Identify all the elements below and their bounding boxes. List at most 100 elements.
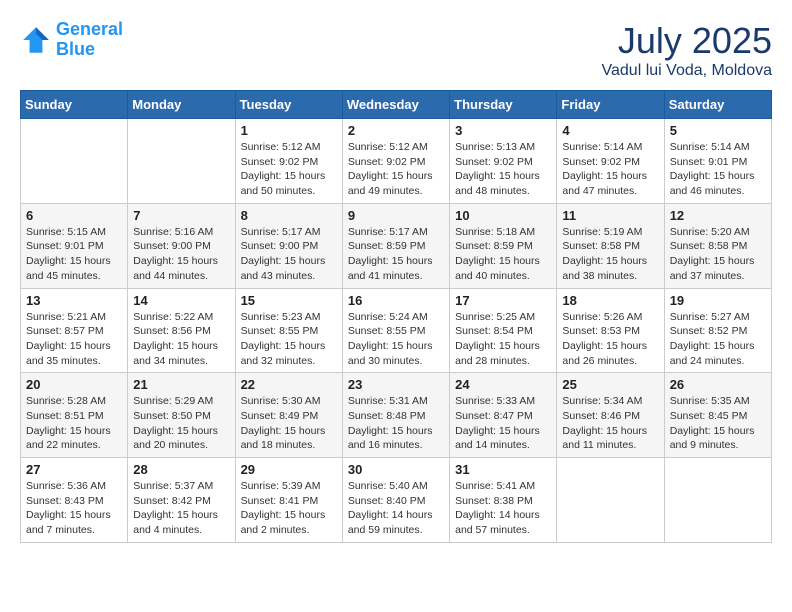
day-number: 8 — [241, 208, 337, 223]
day-number: 22 — [241, 377, 337, 392]
day-number: 11 — [562, 208, 658, 223]
calendar-cell: 24 Sunrise: 5:33 AM Sunset: 8:47 PM Dayli… — [450, 373, 557, 458]
day-info: Sunrise: 5:24 AM Sunset: 8:55 PM Dayligh… — [348, 310, 444, 369]
header-monday: Monday — [128, 91, 235, 119]
logo: General Blue — [20, 20, 123, 60]
calendar-cell: 6 Sunrise: 5:15 AM Sunset: 9:01 PM Daylig… — [21, 203, 128, 288]
day-number: 16 — [348, 293, 444, 308]
day-info: Sunrise: 5:17 AM Sunset: 8:59 PM Dayligh… — [348, 225, 444, 284]
day-number: 12 — [670, 208, 766, 223]
calendar-cell — [21, 119, 128, 204]
day-number: 15 — [241, 293, 337, 308]
day-info: Sunrise: 5:12 AM Sunset: 9:02 PM Dayligh… — [241, 140, 337, 199]
calendar-week-3: 13 Sunrise: 5:21 AM Sunset: 8:57 PM Dayli… — [21, 288, 772, 373]
header-tuesday: Tuesday — [235, 91, 342, 119]
day-info: Sunrise: 5:13 AM Sunset: 9:02 PM Dayligh… — [455, 140, 551, 199]
calendar-cell: 4Sunrise: 5:14 AM Sunset: 9:02 PM Daylig… — [557, 119, 664, 204]
calendar-cell: 12 Sunrise: 5:20 AM Sunset: 8:58 PM Dayli… — [664, 203, 771, 288]
calendar-cell: 23 Sunrise: 5:31 AM Sunset: 8:48 PM Dayli… — [342, 373, 449, 458]
day-info: Sunrise: 5:15 AM Sunset: 9:01 PM Dayligh… — [26, 225, 122, 284]
day-number: 14 — [133, 293, 229, 308]
calendar-cell: 20 Sunrise: 5:28 AM Sunset: 8:51 PM Dayli… — [21, 373, 128, 458]
calendar-cell: 19 Sunrise: 5:27 AM Sunset: 8:52 PM Dayli… — [664, 288, 771, 373]
day-number: 31 — [455, 462, 551, 477]
day-info: Sunrise: 5:19 AM Sunset: 8:58 PM Dayligh… — [562, 225, 658, 284]
calendar-week-1: 1Sunrise: 5:12 AM Sunset: 9:02 PM Daylig… — [21, 119, 772, 204]
day-info: Sunrise: 5:41 AM Sunset: 8:38 PM Dayligh… — [455, 479, 551, 538]
day-info: Sunrise: 5:22 AM Sunset: 8:56 PM Dayligh… — [133, 310, 229, 369]
calendar-cell: 7Sunrise: 5:16 AM Sunset: 9:00 PM Daylig… — [128, 203, 235, 288]
day-info: Sunrise: 5:23 AM Sunset: 8:55 PM Dayligh… — [241, 310, 337, 369]
day-number: 6 — [26, 208, 122, 223]
calendar-cell: 3Sunrise: 5:13 AM Sunset: 9:02 PM Daylig… — [450, 119, 557, 204]
header-thursday: Thursday — [450, 91, 557, 119]
calendar-cell: 14 Sunrise: 5:22 AM Sunset: 8:56 PM Dayli… — [128, 288, 235, 373]
day-number: 24 — [455, 377, 551, 392]
calendar-week-4: 20 Sunrise: 5:28 AM Sunset: 8:51 PM Dayli… — [21, 373, 772, 458]
header-friday: Friday — [557, 91, 664, 119]
day-info: Sunrise: 5:14 AM Sunset: 9:01 PM Dayligh… — [670, 140, 766, 199]
day-info: Sunrise: 5:17 AM Sunset: 9:00 PM Dayligh… — [241, 225, 337, 284]
calendar-week-5: 27 Sunrise: 5:36 AM Sunset: 8:43 PM Dayli… — [21, 458, 772, 543]
day-number: 27 — [26, 462, 122, 477]
day-info: Sunrise: 5:28 AM Sunset: 8:51 PM Dayligh… — [26, 394, 122, 453]
calendar-cell: 28Sunrise: 5:37 AM Sunset: 8:42 PM Dayli… — [128, 458, 235, 543]
calendar-cell: 5 Sunrise: 5:14 AM Sunset: 9:01 PM Daylig… — [664, 119, 771, 204]
day-number: 5 — [670, 123, 766, 138]
day-number: 2 — [348, 123, 444, 138]
day-number: 19 — [670, 293, 766, 308]
calendar-cell: 1Sunrise: 5:12 AM Sunset: 9:02 PM Daylig… — [235, 119, 342, 204]
month-title: July 2025 — [602, 20, 772, 62]
calendar-header-row: SundayMondayTuesdayWednesdayThursdayFrid… — [21, 91, 772, 119]
calendar-cell: 15 Sunrise: 5:23 AM Sunset: 8:55 PM Dayli… — [235, 288, 342, 373]
calendar-cell: 26Sunrise: 5:35 AM Sunset: 8:45 PM Dayli… — [664, 373, 771, 458]
day-number: 29 — [241, 462, 337, 477]
day-info: Sunrise: 5:33 AM Sunset: 8:47 PM Dayligh… — [455, 394, 551, 453]
calendar-cell: 11 Sunrise: 5:19 AM Sunset: 8:58 PM Dayli… — [557, 203, 664, 288]
calendar-cell: 9 Sunrise: 5:17 AM Sunset: 8:59 PM Daylig… — [342, 203, 449, 288]
header-sunday: Sunday — [21, 91, 128, 119]
calendar-cell: 22 Sunrise: 5:30 AM Sunset: 8:49 PM Dayli… — [235, 373, 342, 458]
day-info: Sunrise: 5:14 AM Sunset: 9:02 PM Dayligh… — [562, 140, 658, 199]
calendar-cell: 18 Sunrise: 5:26 AM Sunset: 8:53 PM Dayli… — [557, 288, 664, 373]
day-info: Sunrise: 5:35 AM Sunset: 8:45 PM Dayligh… — [670, 394, 766, 453]
calendar-cell — [664, 458, 771, 543]
day-info: Sunrise: 5:40 AM Sunset: 8:40 PM Dayligh… — [348, 479, 444, 538]
day-info: Sunrise: 5:12 AM Sunset: 9:02 PM Dayligh… — [348, 140, 444, 199]
day-info: Sunrise: 5:36 AM Sunset: 8:43 PM Dayligh… — [26, 479, 122, 538]
day-number: 20 — [26, 377, 122, 392]
day-info: Sunrise: 5:26 AM Sunset: 8:53 PM Dayligh… — [562, 310, 658, 369]
calendar-cell: 8 Sunrise: 5:17 AM Sunset: 9:00 PM Daylig… — [235, 203, 342, 288]
day-number: 30 — [348, 462, 444, 477]
day-info: Sunrise: 5:27 AM Sunset: 8:52 PM Dayligh… — [670, 310, 766, 369]
calendar-cell: 29Sunrise: 5:39 AM Sunset: 8:41 PM Dayli… — [235, 458, 342, 543]
day-number: 13 — [26, 293, 122, 308]
title-block: July 2025 Vadul lui Voda, Moldova — [602, 20, 772, 80]
calendar-cell: 25 Sunrise: 5:34 AM Sunset: 8:46 PM Dayli… — [557, 373, 664, 458]
day-info: Sunrise: 5:31 AM Sunset: 8:48 PM Dayligh… — [348, 394, 444, 453]
logo-text: General Blue — [56, 20, 123, 60]
day-number: 25 — [562, 377, 658, 392]
calendar-cell: 30 Sunrise: 5:40 AM Sunset: 8:40 PM Dayli… — [342, 458, 449, 543]
day-number: 10 — [455, 208, 551, 223]
day-info: Sunrise: 5:16 AM Sunset: 9:00 PM Dayligh… — [133, 225, 229, 284]
calendar-cell — [128, 119, 235, 204]
calendar-cell: 16 Sunrise: 5:24 AM Sunset: 8:55 PM Dayli… — [342, 288, 449, 373]
day-info: Sunrise: 5:21 AM Sunset: 8:57 PM Dayligh… — [26, 310, 122, 369]
calendar-week-2: 6 Sunrise: 5:15 AM Sunset: 9:01 PM Daylig… — [21, 203, 772, 288]
day-number: 23 — [348, 377, 444, 392]
header-saturday: Saturday — [664, 91, 771, 119]
day-info: Sunrise: 5:34 AM Sunset: 8:46 PM Dayligh… — [562, 394, 658, 453]
calendar-cell: 17Sunrise: 5:25 AM Sunset: 8:54 PM Dayli… — [450, 288, 557, 373]
calendar-cell — [557, 458, 664, 543]
day-number: 9 — [348, 208, 444, 223]
logo-icon — [20, 24, 52, 56]
day-info: Sunrise: 5:30 AM Sunset: 8:49 PM Dayligh… — [241, 394, 337, 453]
day-info: Sunrise: 5:25 AM Sunset: 8:54 PM Dayligh… — [455, 310, 551, 369]
header-wednesday: Wednesday — [342, 91, 449, 119]
day-number: 18 — [562, 293, 658, 308]
location-subtitle: Vadul lui Voda, Moldova — [602, 62, 772, 80]
calendar-cell: 31 Sunrise: 5:41 AM Sunset: 8:38 PM Dayli… — [450, 458, 557, 543]
day-info: Sunrise: 5:20 AM Sunset: 8:58 PM Dayligh… — [670, 225, 766, 284]
calendar-cell: 10Sunrise: 5:18 AM Sunset: 8:59 PM Dayli… — [450, 203, 557, 288]
